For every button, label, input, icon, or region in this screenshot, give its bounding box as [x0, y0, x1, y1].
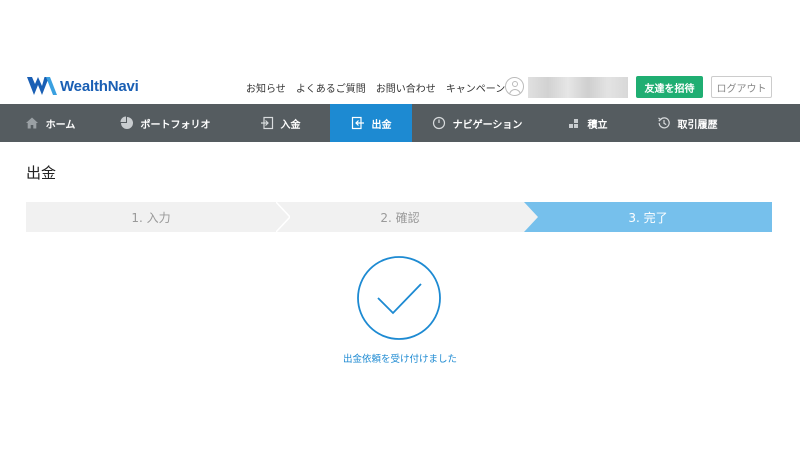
main-nav: ホーム ポートフォリオ 入金 出金 ナビゲーション 積立 取引履歴 — [0, 104, 800, 142]
link-faq[interactable]: よくあるご質問 — [296, 80, 366, 95]
blocks-icon — [567, 116, 581, 130]
wealthnavi-logo-icon — [27, 77, 57, 95]
history-icon — [657, 116, 671, 130]
nav-item-label: ポートフォリオ — [140, 119, 211, 131]
invite-friend-button[interactable]: 友達を招待 — [636, 76, 703, 98]
link-contact[interactable]: お問い合わせ — [376, 80, 436, 95]
gauge-icon — [432, 116, 446, 130]
logout-button[interactable]: ログアウト — [711, 76, 772, 98]
nav-item-label: 出金 — [371, 119, 392, 131]
step-input: 1. 入力 — [131, 210, 171, 225]
link-campaign[interactable]: キャンペーン — [446, 80, 506, 95]
logo[interactable]: WealthNavi — [26, 75, 139, 97]
nav-item-deposit[interactable]: 入金 — [230, 104, 330, 142]
check-circle-icon — [357, 256, 441, 340]
nav-item-navigation[interactable]: ナビゲーション — [412, 104, 542, 142]
nav-item-withdraw[interactable]: 出金 — [330, 104, 412, 142]
withdraw-icon — [351, 116, 365, 130]
avatar-icon[interactable] — [505, 77, 524, 96]
nav-item-label: 積立 — [587, 119, 608, 131]
top-links: お知らせ よくあるご質問 お問い合わせ キャンペーン — [246, 80, 515, 95]
step-complete: 3. 完了 — [628, 210, 668, 225]
nav-item-label: ホーム — [45, 119, 76, 131]
nav-item-accumulate[interactable]: 積立 — [542, 104, 632, 142]
step-indicator: 1. 入力 2. 確認 3. 完了 — [26, 202, 772, 232]
step-confirm: 2. 確認 — [380, 210, 420, 225]
nav-item-portfolio[interactable]: ポートフォリオ — [100, 104, 230, 142]
brand-name: WealthNavi — [60, 77, 139, 95]
deposit-icon — [260, 116, 274, 130]
pie-chart-icon — [120, 116, 134, 130]
home-icon — [25, 116, 39, 130]
header: WealthNavi お知らせ よくあるご質問 お問い合わせ キャンペーン 友達… — [0, 0, 800, 104]
username-redacted — [528, 77, 628, 98]
completion-message: 出金依頼を受け付けました — [342, 354, 457, 365]
nav-item-label: 入金 — [280, 119, 301, 131]
nav-item-history[interactable]: 取引履歴 — [632, 104, 742, 142]
nav-item-label: 取引履歴 — [677, 119, 718, 131]
page-title: 出金 — [26, 164, 57, 182]
nav-item-label: ナビゲーション — [452, 119, 523, 131]
nav-item-home[interactable]: ホーム — [0, 104, 100, 142]
link-news[interactable]: お知らせ — [246, 80, 286, 95]
